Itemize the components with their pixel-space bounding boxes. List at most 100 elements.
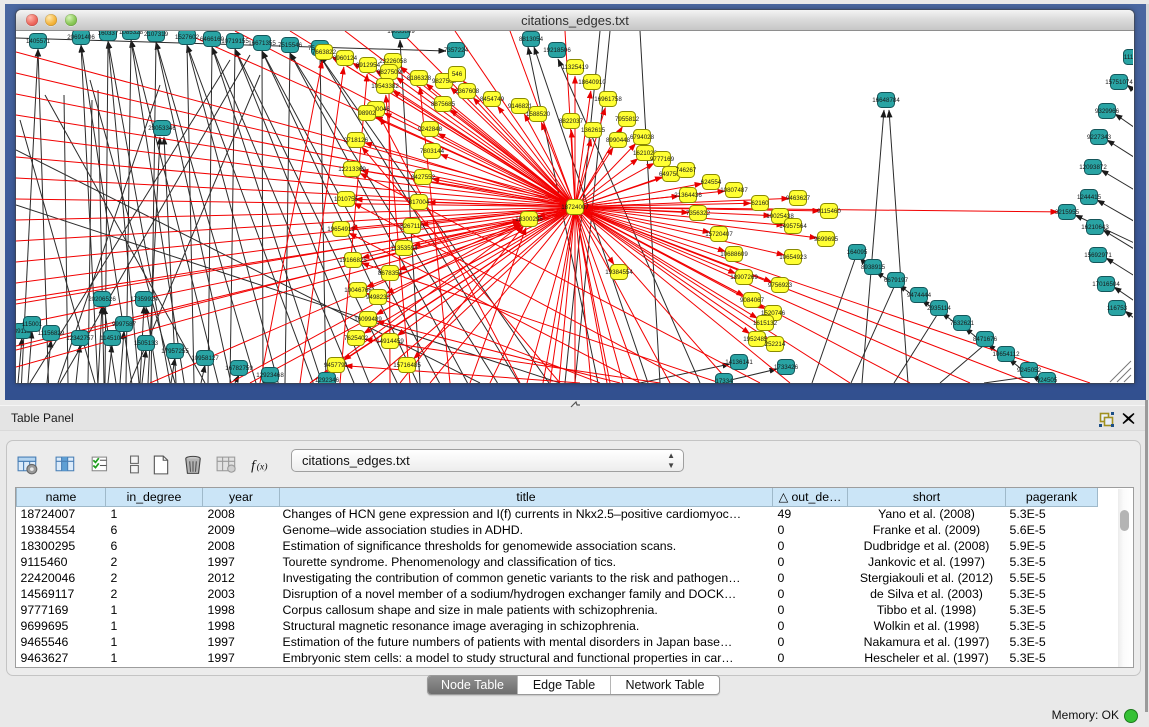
- svg-text:20691406: 20691406: [67, 34, 95, 41]
- svg-text:1292346: 1292346: [315, 377, 340, 383]
- svg-text:1010755: 1010755: [334, 196, 359, 203]
- svg-text:817004: 817004: [409, 199, 430, 206]
- svg-text:8990448: 8990448: [606, 137, 631, 144]
- svg-text:18907269: 18907269: [730, 274, 758, 281]
- svg-text:28053346: 28053346: [148, 125, 176, 132]
- svg-text:1145104: 1145104: [100, 335, 124, 342]
- svg-text:9827509: 9827509: [377, 69, 402, 76]
- svg-text:16782759: 16782759: [225, 365, 253, 372]
- svg-text:624554: 624554: [701, 179, 722, 186]
- svg-text:12093872: 12093872: [1079, 164, 1107, 171]
- svg-text:9084067: 9084067: [740, 297, 765, 304]
- svg-text:10958127: 10958127: [191, 355, 219, 362]
- svg-text:924505: 924505: [1037, 377, 1058, 383]
- svg-text:8471676: 8471676: [973, 336, 998, 343]
- svg-text:(x): (x): [257, 462, 268, 473]
- svg-text:9699695: 9699695: [814, 236, 839, 243]
- svg-text:9463627: 9463627: [786, 195, 811, 202]
- svg-text:10719155: 10719155: [221, 38, 249, 45]
- svg-text:11325419: 11325419: [561, 64, 589, 71]
- svg-text:9115460: 9115460: [817, 208, 841, 215]
- svg-text:16671355: 16671355: [248, 40, 276, 47]
- svg-text:164095: 164095: [847, 249, 868, 256]
- svg-text:10046766: 10046766: [344, 287, 372, 294]
- svg-text:20206526: 20206526: [88, 296, 116, 303]
- svg-text:16099489: 16099489: [354, 316, 382, 323]
- svg-text:2935114: 2935114: [927, 305, 951, 312]
- svg-text:10807487: 10807487: [720, 187, 748, 194]
- svg-text:3215955: 3215955: [1055, 209, 1080, 216]
- svg-text:18300295: 18300295: [515, 216, 543, 223]
- svg-text:9146821: 9146821: [508, 103, 533, 110]
- svg-text:9498232: 9498232: [366, 294, 391, 301]
- svg-text:16648784: 16648784: [872, 97, 900, 104]
- svg-text:8875685: 8875685: [431, 101, 456, 108]
- svg-text:7803144: 7803144: [420, 148, 445, 155]
- svg-text:746267: 746267: [676, 167, 697, 174]
- svg-text:11353594: 11353594: [390, 245, 418, 252]
- svg-text:8186328: 8186328: [407, 75, 432, 82]
- svg-text:8427552: 8427552: [411, 174, 436, 181]
- svg-text:546: 546: [452, 71, 463, 78]
- svg-text:8822037: 8822037: [559, 118, 584, 125]
- svg-text:1085328: 1085328: [119, 31, 144, 36]
- svg-text:252214: 252214: [765, 341, 786, 348]
- svg-text:1527602: 1527602: [175, 34, 200, 41]
- svg-text:17016504: 17016504: [1092, 281, 1120, 288]
- svg-text:2367608: 2367608: [455, 88, 480, 95]
- svg-text:7625402: 7625402: [344, 335, 369, 342]
- svg-text:19384554: 19384554: [605, 269, 633, 276]
- svg-text:14914459: 14914459: [376, 338, 404, 345]
- svg-text:8454749: 8454749: [480, 96, 505, 103]
- svg-text:9245052: 9245052: [1017, 367, 1042, 374]
- svg-text:7515546: 7515546: [278, 42, 303, 49]
- svg-text:1505133: 1505133: [134, 340, 159, 347]
- svg-text:115001: 115001: [22, 321, 43, 328]
- svg-text:160337: 160337: [98, 31, 119, 37]
- svg-text:8912954: 8912954: [356, 62, 381, 69]
- svg-text:116753: 116753: [1107, 305, 1128, 312]
- svg-text:10654923: 10654923: [779, 254, 807, 261]
- svg-text:10654112: 10654112: [992, 351, 1020, 358]
- svg-text:16961758: 16961758: [594, 96, 622, 103]
- svg-text:11178: 11178: [1124, 54, 1133, 61]
- svg-text:2107319: 2107319: [144, 31, 169, 38]
- svg-text:9777169: 9777169: [650, 156, 675, 163]
- svg-text:18640910: 18640910: [578, 79, 606, 86]
- svg-text:9756923: 9756923: [768, 282, 793, 289]
- svg-text:6679197: 6679197: [884, 277, 909, 284]
- svg-text:7357224: 7357224: [444, 47, 469, 54]
- svg-text:12923468: 12923468: [256, 372, 284, 379]
- svg-text:17359924: 17359924: [130, 296, 158, 303]
- svg-text:8678354: 8678354: [378, 270, 403, 277]
- svg-text:7955812: 7955812: [615, 116, 640, 123]
- svg-text:17957255: 17957255: [161, 348, 189, 355]
- svg-text:9474444: 9474444: [907, 292, 932, 299]
- svg-text:9457791: 9457791: [324, 362, 349, 369]
- svg-text:9329966: 9329966: [1095, 108, 1120, 115]
- svg-text:2718126: 2718126: [344, 137, 369, 144]
- svg-text:19654912: 19654912: [327, 226, 355, 233]
- svg-text:7632621: 7632621: [950, 320, 975, 327]
- svg-text:12342757: 12342757: [66, 335, 94, 342]
- svg-text:14957564: 14957564: [779, 223, 807, 230]
- svg-text:15692971: 15692971: [1084, 252, 1112, 259]
- svg-text:15716485: 15716485: [393, 362, 421, 369]
- svg-text:6794028: 6794028: [630, 134, 655, 141]
- svg-text:14136141: 14136141: [725, 359, 753, 366]
- svg-text:10688609: 10688609: [720, 251, 748, 258]
- svg-text:1362615: 1362615: [581, 127, 606, 134]
- svg-text:9242848: 9242848: [418, 126, 443, 133]
- svg-text:7356322: 7356322: [686, 210, 711, 217]
- svg-text:1405571: 1405571: [26, 38, 51, 45]
- svg-text:1733426: 1733426: [774, 364, 799, 371]
- svg-text:21364436: 21364436: [674, 192, 702, 199]
- svg-text:19166825: 19166825: [339, 257, 367, 264]
- svg-text:62160: 62160: [751, 200, 769, 207]
- svg-text:9997587: 9997587: [112, 321, 137, 328]
- svg-text:1244415: 1244415: [1077, 194, 1102, 201]
- svg-text:8813054: 8813054: [519, 36, 544, 43]
- svg-text:98902: 98902: [358, 110, 376, 117]
- svg-text:8960124: 8960124: [333, 55, 358, 62]
- svg-text:8938915: 8938915: [861, 264, 886, 271]
